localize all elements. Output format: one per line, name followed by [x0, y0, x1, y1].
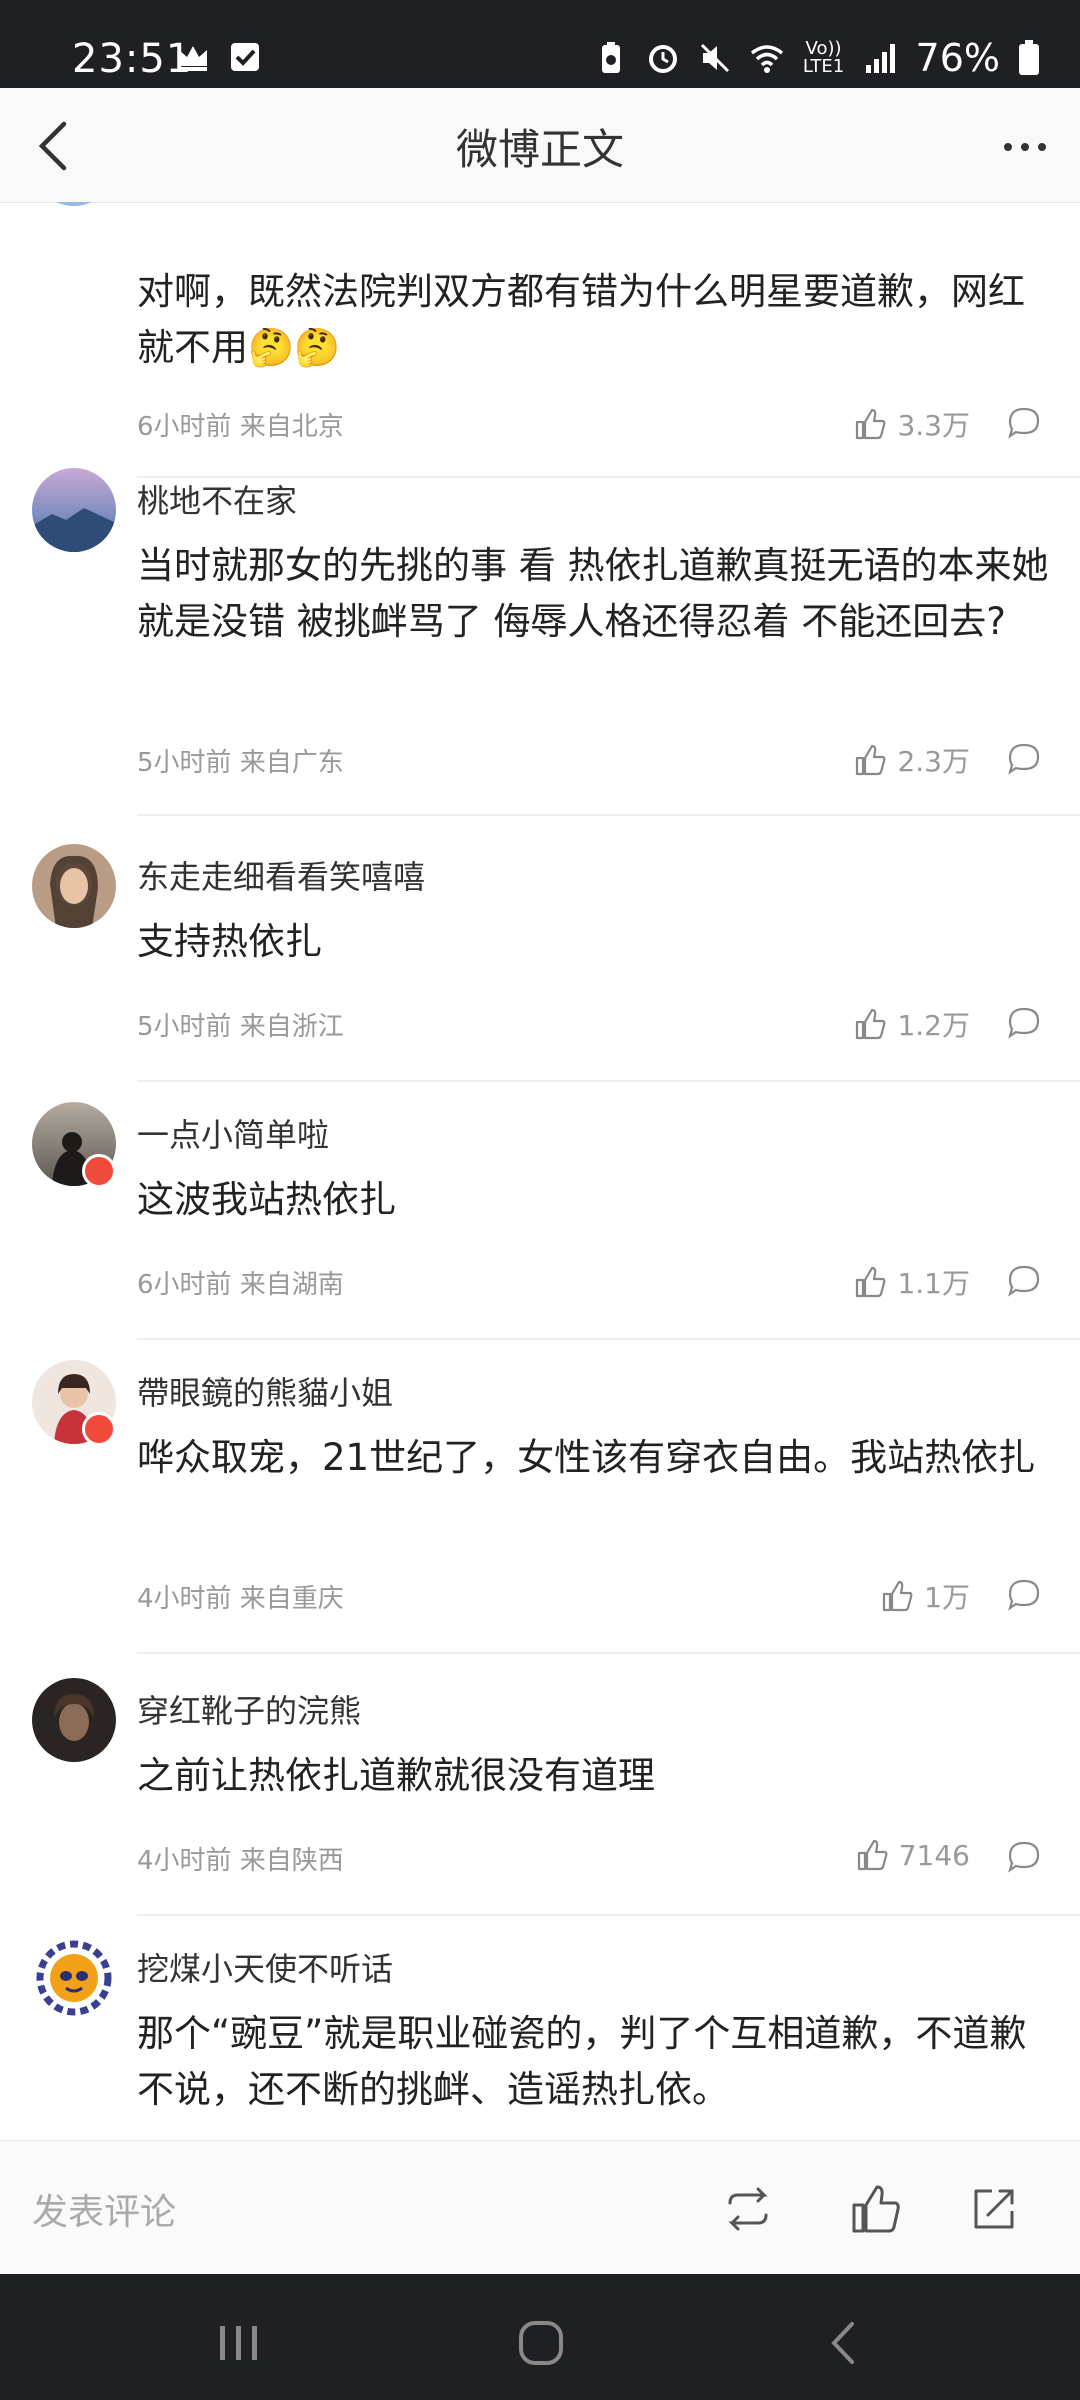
avatar[interactable]: [32, 1936, 116, 2020]
page-title: 微博正文: [455, 125, 624, 174]
share-icon[interactable]: [966, 2181, 1022, 2237]
username[interactable]: 穿红靴子的浣熊: [137, 1686, 361, 1732]
status-time: 23:51: [72, 36, 193, 82]
username[interactable]: 挖煤小天使不听话: [137, 1944, 393, 1990]
like-count: 1.2万: [897, 1009, 970, 1042]
comment-list[interactable]: 对啊，既然法院判双方都有错为什么明星要道歉，网红就不用🤔🤔 6小时前 来自北京 …: [0, 202, 1080, 2140]
divider: [137, 1080, 1080, 1082]
status-bar: 23:51 Vo)) LTE1 76%: [0, 0, 1080, 88]
like-button[interactable]: 3.3万: [853, 404, 970, 444]
like-button[interactable]: 7146: [855, 1838, 970, 1872]
comment-meta: 6小时前 来自北京: [137, 412, 344, 442]
reply-icon[interactable]: [1004, 1260, 1044, 1300]
crown-icon: [179, 46, 207, 71]
comment-item: 穿红靴子的浣熊 之前让热依扎道歉就很没有道理 4小时前 来自陕西 7146: [0, 1678, 1080, 1938]
comment-text: 那个“豌豆”就是职业碰瓷的，判了个互相道歉，不道歉不说，还不断的挑衅、造谣热扎依…: [137, 2012, 1027, 2111]
repost-icon[interactable]: [720, 2181, 776, 2237]
comment-text: 当时就那女的先挑的事 看 热依扎道歉真挺无语的本来她就是没错 被挑衅骂了 侮辱人…: [137, 544, 1049, 643]
like-icon[interactable]: [848, 2181, 904, 2237]
like-button[interactable]: 1万: [880, 1576, 970, 1616]
mute-icon: [700, 43, 729, 73]
recents-icon[interactable]: [214, 2318, 264, 2368]
nav-bar: 微博正文: [0, 88, 1080, 203]
like-count: 1万: [924, 1581, 970, 1614]
comment-meta: 4小时前 来自重庆: [137, 1584, 344, 1614]
divider: [137, 1338, 1080, 1340]
username[interactable]: 东走走细看看笑嘻嘻: [137, 852, 425, 898]
comment-meta: 5小时前 来自广东: [137, 748, 344, 778]
avatar[interactable]: [32, 468, 116, 552]
comment-item: 一点小简单啦 这波我站热依扎 6小时前 来自湖南 1.1万: [0, 1102, 1080, 1362]
battery-percent: 76%: [915, 36, 1000, 80]
reply-icon[interactable]: [1004, 1574, 1044, 1614]
reply-icon[interactable]: [1004, 1002, 1044, 1042]
username[interactable]: 帶眼鏡的熊貓小姐: [137, 1368, 393, 1414]
comment-input[interactable]: 发表评论: [32, 2183, 176, 2235]
username[interactable]: 一点小简单啦: [137, 1110, 329, 1156]
reply-icon[interactable]: [1004, 1836, 1044, 1876]
comment-item: 帶眼鏡的熊貓小姐 哗众取宠，21世纪了，女性该有穿衣自由。我站热依扎 4小时前 …: [0, 1360, 1080, 1680]
bottom-action-bar: 发表评论: [0, 2140, 1080, 2275]
thumbs-up-icon: [857, 1839, 888, 1871]
divider: [137, 1914, 1080, 1916]
like-count: 2.3万: [897, 745, 970, 778]
username[interactable]: 桃地不在家: [137, 476, 297, 522]
reply-icon[interactable]: [1004, 402, 1044, 442]
like-button[interactable]: 1.2万: [853, 1004, 970, 1044]
wifi-icon: [750, 45, 783, 73]
reply-icon[interactable]: [1004, 738, 1044, 778]
avatar[interactable]: [32, 1678, 116, 1762]
like-count: 1.1万: [897, 1267, 970, 1300]
volte-label: Vo)) LTE1: [802, 38, 845, 77]
thumbs-up-icon: [856, 744, 886, 776]
like-count: 3.3万: [897, 409, 970, 442]
battery-icon: [1019, 40, 1039, 75]
more-dots-icon[interactable]: [1000, 122, 1050, 172]
alarm-icon: [648, 45, 677, 73]
verified-badge-icon: [82, 1154, 116, 1188]
comment-meta: 4小时前 来自陕西: [137, 1846, 344, 1876]
checkbox-icon: [231, 43, 259, 71]
thumbs-up-icon: [856, 1266, 886, 1298]
comment-text: 哗众取宠，21世纪了，女性该有穿衣自由。我站热依扎: [137, 1436, 1036, 1479]
comment-text: 支持热依扎: [137, 920, 322, 963]
system-navigation-bar: [0, 2274, 1080, 2400]
comment-item: 东走走细看看笑嘻嘻 支持热依扎 5小时前 来自浙江 1.2万: [0, 844, 1080, 1104]
thumbs-up-icon: [856, 408, 886, 440]
comment-item: 桃地不在家 当时就那女的先挑的事 看 热依扎道歉真挺无语的本来她就是没错 被挑衅…: [0, 468, 1080, 848]
comment-text: 对啊，既然法院判双方都有错为什么明星要道歉，网红就不用🤔🤔: [137, 270, 1025, 369]
divider: [137, 814, 1080, 816]
comment-meta: 6小时前 来自湖南: [137, 1270, 344, 1300]
like-count: 7146: [898, 1838, 970, 1872]
thumbs-up-icon: [883, 1580, 913, 1612]
thumbs-up-icon: [856, 1008, 886, 1040]
like-button[interactable]: 2.3万: [853, 740, 970, 780]
battery-saver-icon: [601, 42, 620, 73]
like-button[interactable]: 1.1万: [853, 1262, 970, 1302]
comment-meta: 5小时前 来自浙江: [137, 1012, 344, 1042]
comment-text: 之前让热依扎道歉就很没有道理: [137, 1754, 655, 1797]
verified-badge-icon: [82, 1412, 116, 1446]
signal-icon: [865, 44, 895, 73]
divider: [137, 1652, 1080, 1654]
back-icon[interactable]: [818, 2318, 868, 2368]
avatar[interactable]: [32, 844, 116, 928]
comment-item: 挖煤小天使不听话 那个“豌豆”就是职业碰瓷的，判了个互相道歉，不道歉不说，还不断…: [0, 1936, 1080, 2140]
home-icon[interactable]: [516, 2318, 566, 2368]
avatar[interactable]: [32, 202, 116, 206]
comment-text: 这波我站热依扎: [137, 1178, 396, 1221]
